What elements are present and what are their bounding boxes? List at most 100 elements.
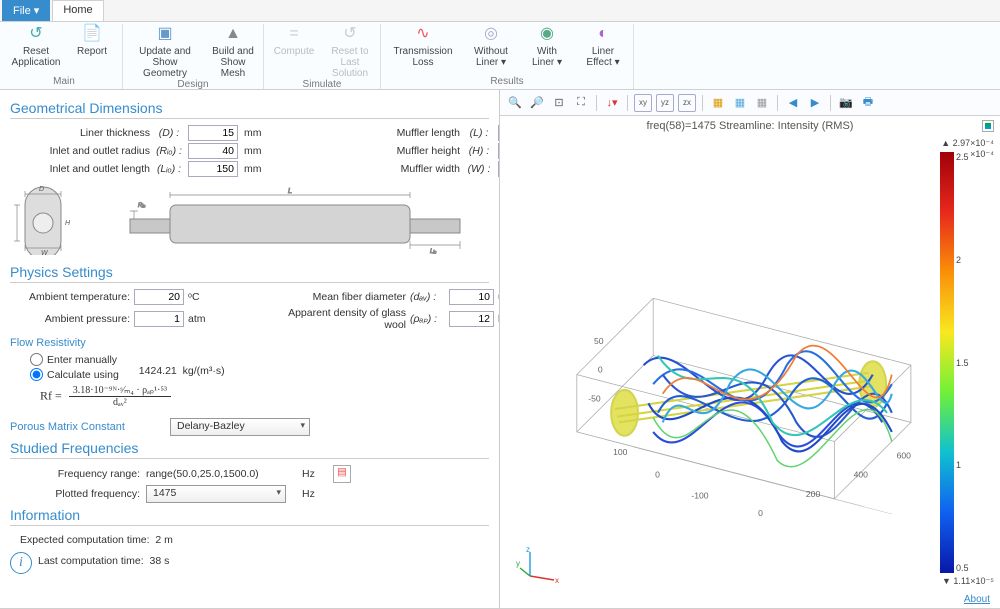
trans-loss[interactable]: ∿TransmissionLoss [387,24,459,76]
freq-edit-button[interactable]: ▤ [333,465,351,483]
svg-text:50: 50 [594,336,604,346]
svg-text:-50: -50 [588,393,601,403]
view-zx-icon[interactable]: zx [678,94,696,112]
flow-formula: Rf = 3.18·10⁻⁹ᴺ·ˢ⁄ₘ₄ · ρₐₚ¹·⁵³ dₐᵥ² [40,385,489,408]
svg-text:Rᵢₒ: Rᵢₒ [138,203,146,209]
trans-loss-icon: ∿ [413,24,433,44]
without-liner[interactable]: ◎WithoutLiner ▾ [467,24,515,76]
reset-last: ↺Reset to LastSolution [326,24,374,79]
info-last-value: 38 s [149,555,169,567]
geom-input-2a[interactable] [188,161,238,177]
zoom-in-icon[interactable]: 🔍 [506,94,524,112]
scene-light-icon[interactable]: ▦ [709,94,727,112]
deselect-icon[interactable]: ▶ [806,94,824,112]
colorbar-tick: 2.5 [956,152,969,162]
build-mesh-icon: ▲ [223,24,243,44]
info-expected-label: Expected computation time: [20,534,150,546]
axis-triad: x z y [516,546,560,593]
freq-range-value: range(50.0,25.0,1500.0) [146,468,296,480]
about-link[interactable]: About [964,594,990,605]
zoom-extents-icon[interactable]: ⛶ [572,94,590,112]
flow-title: Flow Resistivity [10,337,489,349]
reset-app[interactable]: ↺ResetApplication [12,24,60,76]
phys-input-0b[interactable] [449,289,494,305]
print-icon[interactable]: 🖶 [859,94,877,112]
colorbar-tick: 1 [956,460,969,470]
svg-text:0: 0 [758,508,763,518]
porous-combo[interactable]: Delany-Bazley [170,418,310,436]
plot-3d: 500-50 1000-100 0200400600 [510,136,930,556]
build-mesh[interactable]: ▲Build andShow Mesh [209,24,257,79]
plotted-freq-unit: Hz [302,488,327,500]
with-liner-icon: ◉ [537,24,557,44]
snapshot-icon[interactable]: 📷 [837,94,855,112]
home-tab[interactable]: Home [52,0,103,21]
wireframe-icon[interactable]: ▦ [753,94,771,112]
phys-label-1b: Apparent density of glass wool [266,307,406,331]
freq-range-unit: Hz [302,468,327,480]
flow-value: 1424.21 [139,365,177,377]
svg-text:y: y [516,559,520,568]
svg-text:L: L [288,188,292,195]
svg-text:Lᵢₒ: Lᵢₒ [430,249,437,255]
geom-input-1a[interactable] [188,143,238,159]
update-geom-icon: ▣ [155,24,175,44]
svg-text:0: 0 [598,365,603,375]
colorbar-min: ▼ 1.11×10⁻⁵ [942,576,994,587]
transparency-icon[interactable]: ▦ [731,94,749,112]
radio-manual[interactable]: Enter manually [30,353,119,366]
liner-effect-icon: ◐ [593,24,613,44]
view-yz-icon[interactable]: yz [656,94,674,112]
colorbar [940,152,954,573]
phys-input-0a[interactable] [134,289,184,305]
file-tab[interactable]: File ▾ [2,0,50,21]
plotted-freq-combo[interactable]: 1475 [146,485,286,503]
graphics-toolbar: 🔍 🔎 ⊡ ⛶ ↓▾ xy yz zx ▦ ▦ ▦ ◀ ▶ 📷 🖶 [500,90,1000,116]
svg-text:D: D [39,186,44,193]
svg-text:0: 0 [655,470,660,480]
rotate-icon[interactable]: ↓▾ [603,94,621,112]
info-expected-value: 2 m [155,534,173,546]
info-title: Information [10,507,489,526]
liner-effect[interactable]: ◐LinerEffect ▾ [579,24,627,76]
legend-icon[interactable] [982,120,994,132]
physics-title: Physics Settings [10,264,489,283]
geom-label-2a: Inlet and outlet length [10,163,150,175]
phys-label-1a: Ambient pressure: [10,313,130,325]
phys-label-0b: Mean fiber diameter [266,291,406,303]
report[interactable]: 📄Report [68,24,116,76]
plot-title: freq(58)=1475 Streamline: Intensity (RMS… [500,120,1000,132]
freq-range-label: Frequency range: [10,468,140,480]
phys-input-1a[interactable] [134,311,184,327]
geom-label-1b: Muffler height [340,145,460,157]
colorbar-tick: 2 [956,255,969,265]
porous-label: Porous Matrix Constant [10,421,160,433]
view-xy-icon[interactable]: xy [634,94,652,112]
phys-input-1b[interactable] [449,311,494,327]
with-liner[interactable]: ◉WithLiner ▾ [523,24,571,76]
without-liner-icon: ◎ [481,24,501,44]
plotted-freq-label: Plotted frequency: [10,488,140,500]
geom-input-0a[interactable] [188,125,238,141]
flow-unit: kg/(m³·s) [183,365,225,377]
geom-title: Geometrical Dimensions [10,100,489,119]
info-last-label: Last computation time: [38,555,144,567]
svg-text:x: x [555,576,559,585]
freq-title: Studied Frequencies [10,440,489,459]
reset-app-icon: ↺ [26,24,46,44]
reset-last-icon: ↺ [340,24,360,44]
svg-text:z: z [526,546,530,554]
colorbar-tick: 0.5 [956,563,969,573]
radio-calculate[interactable]: Calculate using [30,368,119,381]
plot-area[interactable]: freq(58)=1475 Streamline: Intensity (RMS… [500,116,1000,609]
svg-text:400: 400 [854,470,869,480]
colorbar-tick: 1.5 [956,358,969,368]
zoom-box-icon[interactable]: ⊡ [550,94,568,112]
svg-text:-100: -100 [691,491,708,501]
compute: =Compute [270,24,318,79]
zoom-out-icon[interactable]: 🔎 [528,94,546,112]
geom-label-2b: Muffler width [340,163,460,175]
update-geom[interactable]: ▣Update and ShowGeometry [129,24,201,79]
select-icon[interactable]: ◀ [784,94,802,112]
svg-text:200: 200 [806,489,821,499]
